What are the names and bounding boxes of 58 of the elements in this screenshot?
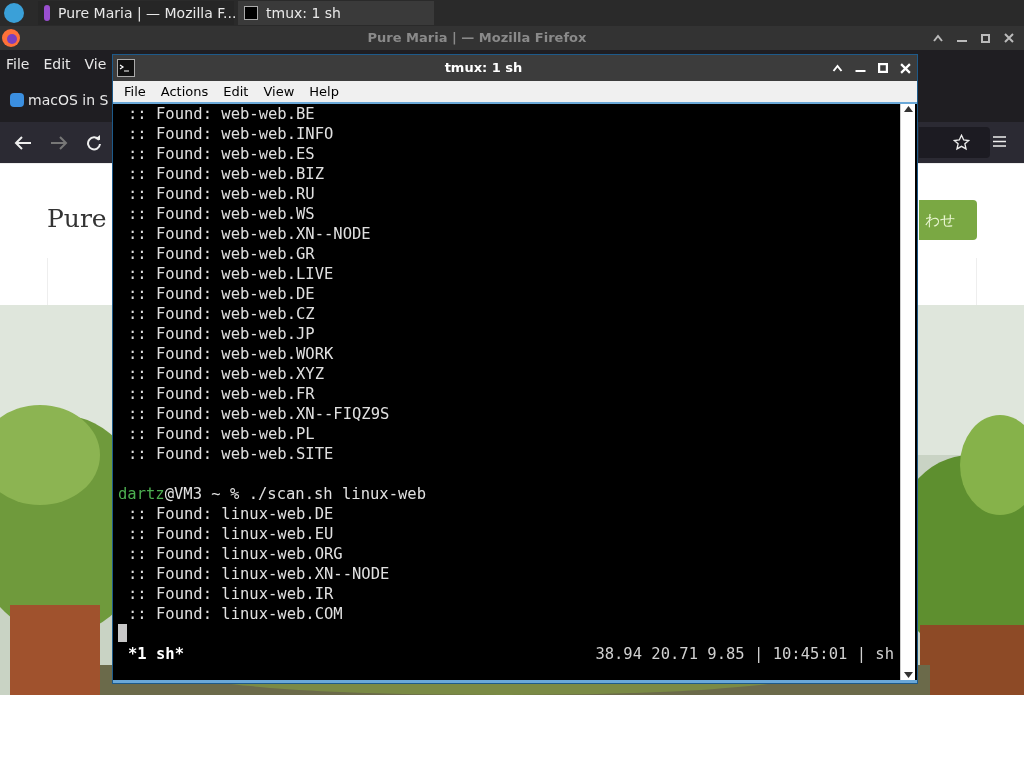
menu-item[interactable]: Help xyxy=(309,81,339,102)
menu-item[interactable]: File xyxy=(6,53,30,75)
app-menu-icon[interactable] xyxy=(4,3,24,23)
menu-item[interactable]: Vie xyxy=(84,53,107,75)
terminal-icon xyxy=(117,59,135,77)
maximize-icon[interactable] xyxy=(981,33,990,43)
terminal-line: :: Found: web-web.LIVE xyxy=(127,265,334,283)
reload-icon[interactable] xyxy=(86,134,102,151)
finder-icon xyxy=(10,93,24,107)
terminal-line: :: Found: web-web.PL xyxy=(127,425,315,443)
tmux-status: 38.94 20.71 9.85 | 10:45:01 | sh xyxy=(595,644,894,664)
taskbar-button[interactable]: Pure Maria | — Mozilla F... xyxy=(38,1,234,25)
scroll-up-icon[interactable] xyxy=(903,106,913,112)
menu-icon[interactable] xyxy=(993,136,1006,147)
terminal-line: :: Found: web-web.CZ xyxy=(127,305,315,323)
prompt-line: dartz@VM3 ~ % ./scan.sh linux-web xyxy=(118,485,426,503)
terminal-line: :: Found: web-web.INFO xyxy=(127,125,334,143)
scrollbar[interactable] xyxy=(900,104,915,680)
terminal-line: :: Found: linux-web.IR xyxy=(127,585,334,603)
terminal-line: :: Found: web-web.XN--NODE xyxy=(127,225,371,243)
forward-icon[interactable] xyxy=(50,135,68,150)
terminal-line: :: Found: linux-web.COM xyxy=(127,605,343,623)
site-title: Pure xyxy=(47,203,107,235)
scroll-down-icon[interactable] xyxy=(903,672,913,678)
terminal-line: :: Found: web-web.DE xyxy=(127,285,315,303)
back-icon[interactable] xyxy=(14,135,32,150)
terminal-line: :: Found: linux-web.DE xyxy=(127,505,334,523)
terminal-line: :: Found: web-web.FR xyxy=(127,385,315,403)
terminal-line: :: Found: web-web.WS xyxy=(127,205,315,223)
text-cursor xyxy=(118,624,127,642)
chevron-up-icon[interactable] xyxy=(933,34,943,42)
terminal-line: :: Found: linux-web.EU xyxy=(127,525,334,543)
terminal-line: :: Found: web-web.XYZ xyxy=(127,365,324,383)
menu-item[interactable]: Edit xyxy=(223,81,249,102)
bookmark-item[interactable]: macOS in S xyxy=(28,89,109,111)
taskbar-button[interactable]: tmux: 1 sh xyxy=(238,1,434,25)
terminal-line: :: Found: web-web.BIZ xyxy=(127,165,324,183)
window-title: tmux: 1 sh xyxy=(443,59,524,78)
terminal-line: :: Found: web-web.BE xyxy=(127,105,315,123)
terminal-line: :: Found: web-web.JP xyxy=(127,325,315,343)
close-icon[interactable] xyxy=(1004,33,1014,43)
terminal-line: :: Found: linux-web.XN--NODE xyxy=(127,565,390,583)
terminal-icon xyxy=(244,6,258,20)
terminal-line: :: Found: web-web.XN--FIQZ9S xyxy=(127,405,390,423)
terminal-line: :: Found: linux-web.ORG xyxy=(127,545,343,563)
menu-item[interactable]: View xyxy=(263,81,295,102)
menu-item[interactable]: File xyxy=(124,81,146,102)
star-icon[interactable] xyxy=(953,134,970,151)
terminal-line: :: Found: web-web.GR xyxy=(127,245,315,263)
window-title: Pure Maria | — Mozilla Firefox xyxy=(366,29,588,48)
terminal-line: :: Found: web-web.WORK xyxy=(127,345,334,363)
terminal-line: :: Found: web-web.SITE xyxy=(127,445,334,463)
address-bar[interactable] xyxy=(919,127,990,158)
menu-item[interactable]: Actions xyxy=(160,81,209,102)
terminal-line: :: Found: web-web.ES xyxy=(127,145,315,163)
menu-item[interactable]: Edit xyxy=(43,53,71,75)
tmux-window-label: *1 sh* xyxy=(127,644,184,664)
terminal-line: :: Found: web-web.RU xyxy=(127,185,315,203)
